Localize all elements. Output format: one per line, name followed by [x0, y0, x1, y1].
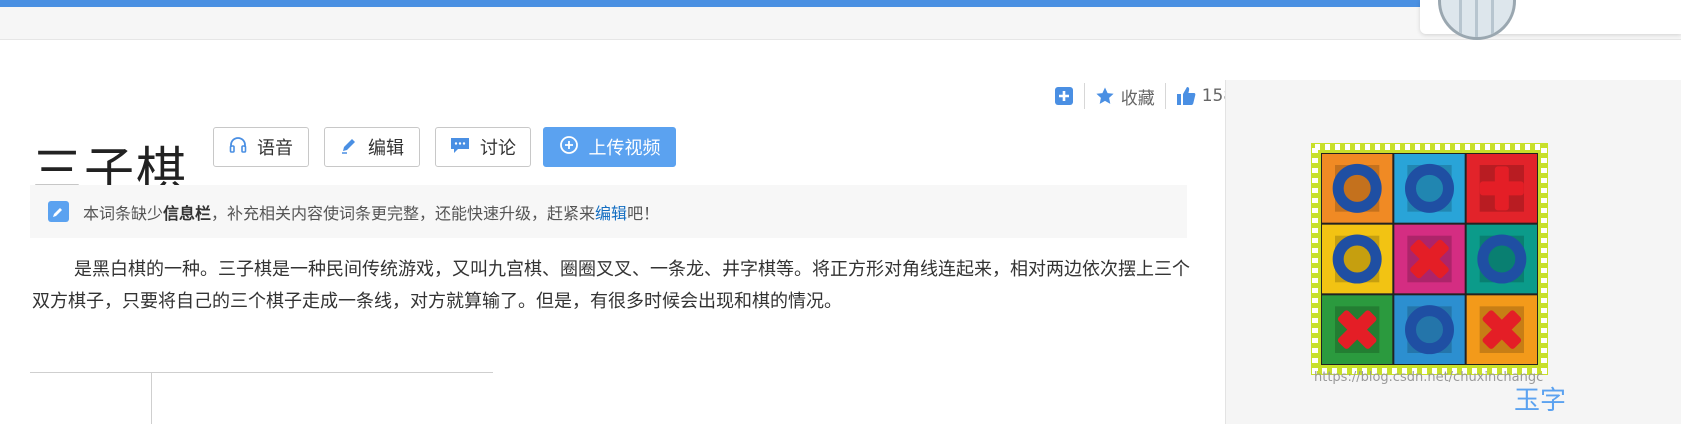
divider: [1083, 83, 1085, 109]
entry-summary: 是黑白棋的一种。三子棋是一种民间传统游戏，又叫九宫棋、圈圈叉叉、一条龙、井字棋等…: [32, 259, 1190, 312]
upload-video-button[interactable]: 上传视频: [543, 127, 676, 167]
user-card[interactable]: [1420, 0, 1681, 40]
pencil-icon: [340, 136, 358, 159]
divider: [1164, 83, 1166, 109]
voice-label: 语音: [257, 138, 293, 159]
star-icon: [1095, 86, 1115, 106]
missing-infobox-notice: 本词条缺少 信息栏 ，补充相关内容使词条更完整，还能快速升级，赶紧来 编辑 吧！: [30, 185, 1187, 238]
tic-tac-toe-board-image[interactable]: [1311, 143, 1548, 379]
edit-note-icon: [48, 201, 69, 222]
favorite-label: 收藏: [1120, 88, 1155, 109]
headphones-icon: [229, 136, 247, 159]
notice-text-middle: ，补充相关内容使词条更完整，还能快速升级，赶紧来: [211, 203, 596, 223]
tab-divider: [151, 373, 152, 424]
discuss-button[interactable]: 讨论: [435, 127, 531, 167]
add-button[interactable]: [1054, 86, 1074, 106]
voice-button[interactable]: 语音: [213, 127, 309, 167]
tab-strip-border: [30, 372, 493, 373]
chat-bubble-icon: [450, 136, 470, 159]
thumbs-up-icon: [1176, 86, 1196, 106]
discuss-label: 讨论: [480, 138, 516, 159]
notice-text-before: 本词条缺少: [83, 203, 164, 223]
notice-bold: 信息栏: [163, 203, 212, 223]
upload-video-label: 上传视频: [588, 138, 661, 159]
image-watermark: https://blog.csdn.net/chuxinchangc: [1314, 370, 1544, 385]
edit-button[interactable]: 编辑: [324, 127, 420, 167]
add-square-icon: [1054, 86, 1074, 106]
notice-edit-link[interactable]: 编辑: [595, 200, 627, 224]
image-caption-fragment: 玉字: [1514, 386, 1567, 416]
notice-text-after: 吧！: [627, 203, 660, 223]
favorite-button[interactable]: 收藏: [1095, 84, 1155, 109]
plus-circle-icon: [559, 135, 579, 160]
edit-label: 编辑: [368, 138, 404, 159]
summary-image-panel[interactable]: https://blog.csdn.net/chuxinchangc 玉字: [1225, 80, 1681, 424]
